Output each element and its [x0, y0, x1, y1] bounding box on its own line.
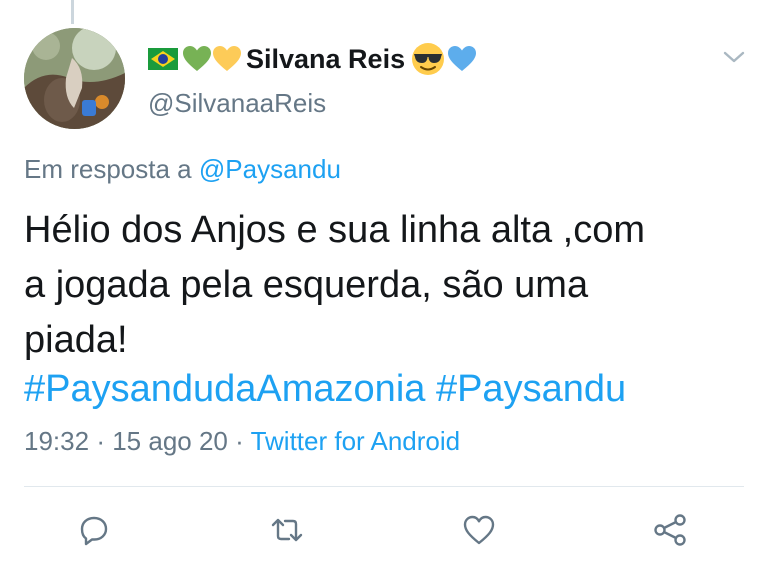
reply-button[interactable] [76, 512, 112, 548]
author-name-row[interactable]: Silvana Reis [148, 40, 477, 78]
tweet-text-line: a jogada pela esquerda, são uma [24, 264, 589, 306]
author-display-name[interactable]: Silvana Reis [246, 44, 405, 75]
reply-icon [78, 514, 110, 546]
tweet-text: Hélio dos Anjos e sua linha alta ,com a … [24, 203, 744, 368]
meta-separator: · [96, 426, 105, 456]
reply-context: Em resposta a @Paysandu [24, 154, 341, 185]
chevron-down-icon[interactable] [722, 48, 746, 66]
avatar[interactable] [24, 28, 125, 129]
author-handle[interactable]: @SilvanaaReis [148, 88, 326, 119]
thread-connector-line [71, 0, 74, 24]
share-button[interactable] [652, 512, 688, 548]
tweet-card[interactable]: Silvana Reis @SilvanaaReis Em resposta a… [0, 0, 766, 576]
reply-prefix: Em resposta a [24, 154, 192, 184]
flag-brazil-icon [148, 48, 178, 70]
share-icon [652, 513, 688, 547]
reply-mention-link[interactable]: @Paysandu [199, 154, 341, 184]
actions-divider [24, 486, 744, 487]
like-button[interactable] [461, 512, 497, 548]
tweet-time[interactable]: 19:32 [24, 426, 89, 456]
retweet-button[interactable] [269, 512, 305, 548]
retweet-icon [269, 514, 305, 546]
tweet-text-line: piada! [24, 319, 128, 361]
hashtag-links[interactable]: #PaysandudaAmazonia #Paysandu [24, 365, 626, 413]
blue-heart-icon [447, 45, 477, 73]
meta-separator: · [235, 426, 244, 456]
tweet-date[interactable]: 15 ago 20 [112, 426, 228, 456]
green-heart-icon [182, 45, 212, 73]
smiling-face-with-sunglasses-icon [411, 42, 445, 76]
like-icon [462, 514, 496, 546]
tweet-meta: 19:32 · 15 ago 20 · Twitter for Android [24, 426, 460, 457]
yellow-heart-icon [212, 45, 242, 73]
tweet-source-link[interactable]: Twitter for Android [251, 426, 461, 456]
tweet-text-line: Hélio dos Anjos e sua linha alta ,com [24, 209, 646, 251]
